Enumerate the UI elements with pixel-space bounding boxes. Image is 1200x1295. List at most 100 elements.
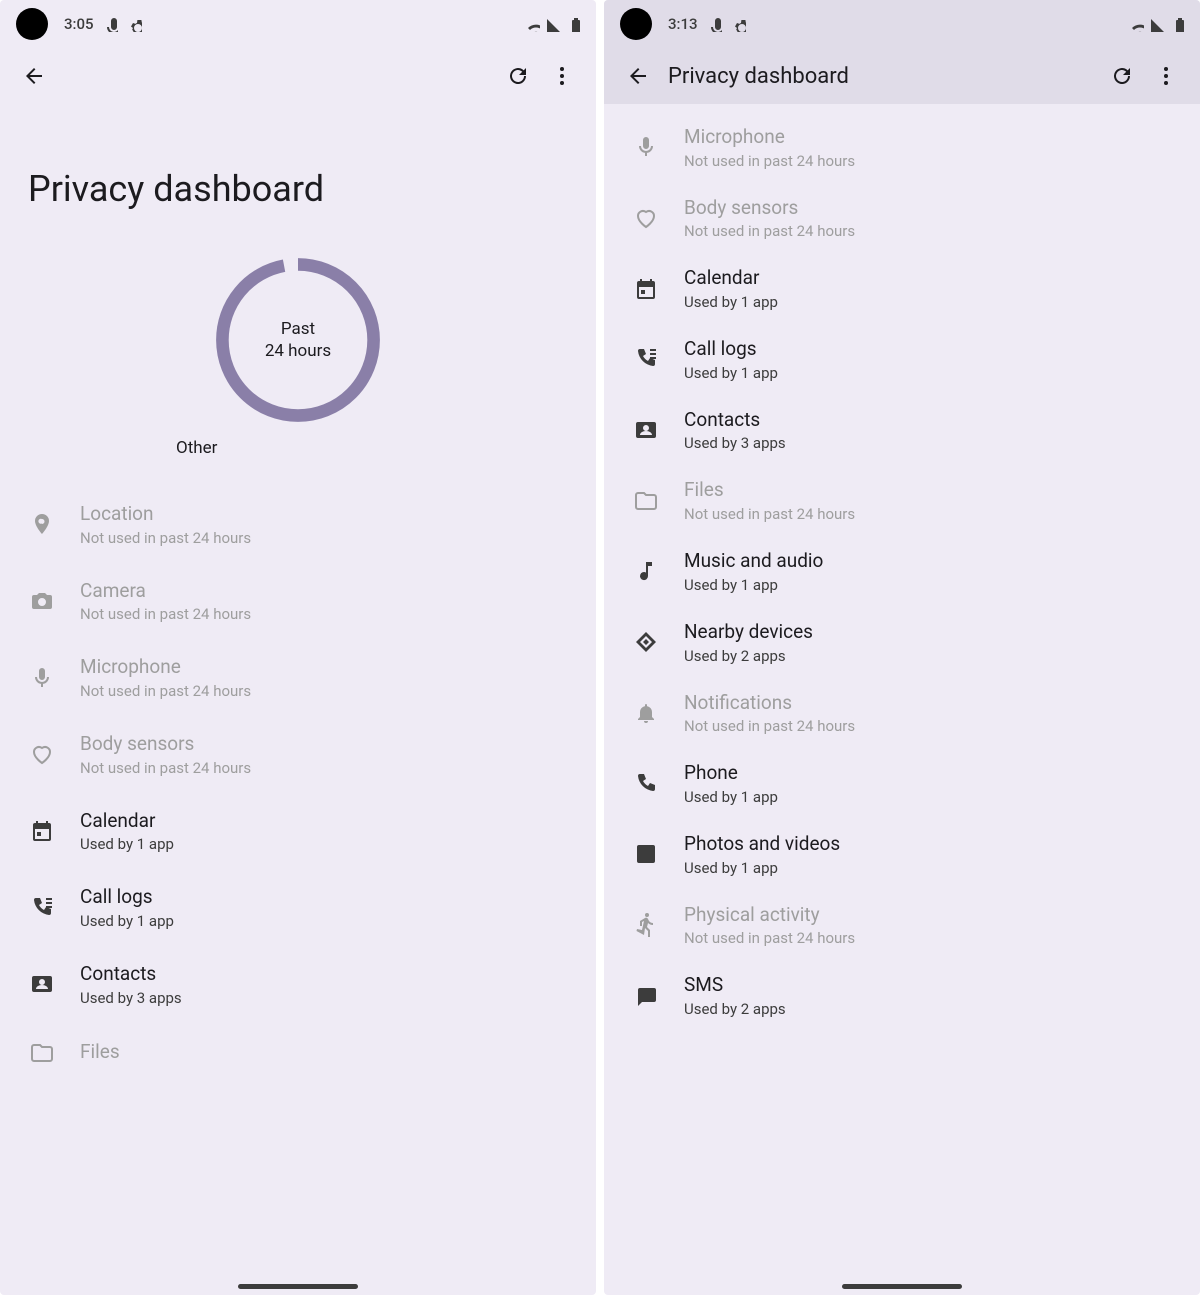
permission-list: MicrophoneNot used in past 24 hoursBody … <box>604 104 1200 1039</box>
permission-title: Notifications <box>684 691 1172 716</box>
phone-screenshot-left: 3:05 Privacy dashboard Past <box>0 0 596 1295</box>
permission-item-run[interactable]: Physical activityNot used in past 24 hou… <box>604 890 1200 961</box>
permission-item-mic[interactable]: Microphone Not used in past 24 hours <box>0 639 596 716</box>
usage-chart: Past 24 hours Other <box>0 250 596 478</box>
permission-title: Nearby devices <box>684 620 1172 645</box>
phone-icon <box>632 770 660 798</box>
permission-title: Camera <box>80 579 568 604</box>
nearby-icon <box>632 628 660 656</box>
permission-title: Microphone <box>684 125 1172 150</box>
permission-subtitle: Used by 3 apps <box>684 434 1172 452</box>
permission-item-contacts[interactable]: ContactsUsed by 3 apps <box>604 395 1200 466</box>
back-button[interactable] <box>12 54 56 98</box>
permission-title: Contacts <box>80 962 568 987</box>
permission-title: Microphone <box>80 655 568 680</box>
music-icon <box>632 557 660 585</box>
permission-title: Photos and videos <box>684 832 1172 857</box>
permission-subtitle: Not used in past 24 hours <box>684 717 1172 735</box>
permission-item-music[interactable]: Music and audioUsed by 1 app <box>604 536 1200 607</box>
permission-title: Calendar <box>684 266 1172 291</box>
permission-item-location[interactable]: Location Not used in past 24 hours <box>0 486 596 563</box>
gear-status-icon <box>126 16 142 32</box>
permission-title: SMS <box>684 973 1172 998</box>
app-bar: Privacy dashboard <box>604 48 1200 104</box>
permission-subtitle: Used by 2 apps <box>684 647 1172 665</box>
permission-item-files[interactable]: FilesNot used in past 24 hours <box>604 465 1200 536</box>
permission-item-phone[interactable]: PhoneUsed by 1 app <box>604 748 1200 819</box>
back-button[interactable] <box>616 54 660 98</box>
permission-title: Contacts <box>684 408 1172 433</box>
wifi-icon <box>1128 16 1144 32</box>
permission-item-calllog[interactable]: Call logsUsed by 1 app <box>0 869 596 946</box>
avatar <box>16 8 48 40</box>
permission-subtitle: Not used in past 24 hours <box>80 759 568 777</box>
permission-item-files[interactable]: Files <box>0 1023 596 1083</box>
status-bar: 3:05 <box>0 0 596 48</box>
signal-icon <box>1148 16 1164 32</box>
permission-item-camera[interactable]: CameraNot used in past 24 hours <box>0 563 596 640</box>
clock: 3:13 <box>668 15 698 33</box>
permission-item-calllog[interactable]: Call logs Used by 1 app <box>604 324 1200 395</box>
permission-subtitle: Not used in past 24 hours <box>684 222 1172 240</box>
nav-pill[interactable] <box>842 1284 962 1289</box>
clock: 3:05 <box>64 15 94 33</box>
refresh-button[interactable] <box>496 54 540 98</box>
permission-item-calendar[interactable]: CalendarUsed by 1 app <box>0 793 596 870</box>
more-vert-icon <box>1154 64 1178 88</box>
status-bar: 3:13 <box>604 0 1200 48</box>
page-title: Privacy dashboard <box>0 104 596 250</box>
bell-icon <box>632 699 660 727</box>
files-icon <box>28 1039 56 1067</box>
calendar-icon <box>632 275 660 303</box>
heart-icon <box>28 740 56 768</box>
permission-subtitle: Not used in past 24 hours <box>684 152 1172 170</box>
permission-subtitle: Used by 1 app <box>684 859 1172 877</box>
permission-title: Calendar <box>80 809 568 834</box>
permission-item-image[interactable]: Photos and videos Used by 1 app <box>604 819 1200 890</box>
calendar-icon <box>28 817 56 845</box>
permission-subtitle: Not used in past 24 hours <box>80 682 568 700</box>
back-icon <box>22 64 46 88</box>
permission-item-heart[interactable]: Body sensorsNot used in past 24 hours <box>604 183 1200 254</box>
back-icon <box>626 64 650 88</box>
contacts-icon <box>632 416 660 444</box>
mic-status-icon <box>706 16 722 32</box>
contacts-icon <box>28 970 56 998</box>
mic-status-icon <box>102 16 118 32</box>
sms-icon <box>632 982 660 1010</box>
more-button[interactable] <box>1144 54 1188 98</box>
ring-label-line2: 24 hours <box>265 340 331 362</box>
permission-title: Location <box>80 502 568 527</box>
permission-subtitle: Used by 1 app <box>80 835 568 853</box>
more-vert-icon <box>550 64 574 88</box>
permission-list: LocationNot used in past 24 hoursCameraN… <box>0 478 596 1091</box>
ring-legend: Other <box>176 438 217 458</box>
nav-pill[interactable] <box>238 1284 358 1289</box>
permission-subtitle: Used by 1 app <box>684 364 1172 382</box>
permission-title: Phone <box>684 761 1172 786</box>
permission-item-bell[interactable]: NotificationsNot used in past 24 hours <box>604 678 1200 749</box>
permission-item-contacts[interactable]: Contacts Used by 3 apps <box>0 946 596 1023</box>
permission-title: Music and audio <box>684 549 1172 574</box>
permission-item-nearby[interactable]: Nearby devices Used by 2 apps <box>604 607 1200 678</box>
wifi-icon <box>524 16 540 32</box>
permission-subtitle: Not used in past 24 hours <box>80 529 568 547</box>
battery-icon <box>564 16 580 32</box>
refresh-icon <box>506 64 530 88</box>
refresh-button[interactable] <box>1100 54 1144 98</box>
mic-icon <box>632 133 660 161</box>
files-icon <box>632 487 660 515</box>
permission-title: Physical activity <box>684 903 1172 928</box>
more-button[interactable] <box>540 54 584 98</box>
permission-title: Call logs <box>684 337 1172 362</box>
permission-subtitle: Not used in past 24 hours <box>684 505 1172 523</box>
permission-item-sms[interactable]: SMSUsed by 2 apps <box>604 960 1200 1031</box>
permission-subtitle: Used by 3 apps <box>80 989 568 1007</box>
permission-item-mic[interactable]: Microphone Not used in past 24 hours <box>604 112 1200 183</box>
permission-item-heart[interactable]: Body sensorsNot used in past 24 hours <box>0 716 596 793</box>
run-icon <box>632 911 660 939</box>
permission-item-calendar[interactable]: CalendarUsed by 1 app <box>604 253 1200 324</box>
permission-subtitle: Not used in past 24 hours <box>684 929 1172 947</box>
avatar <box>620 8 652 40</box>
permission-title: Call logs <box>80 885 568 910</box>
